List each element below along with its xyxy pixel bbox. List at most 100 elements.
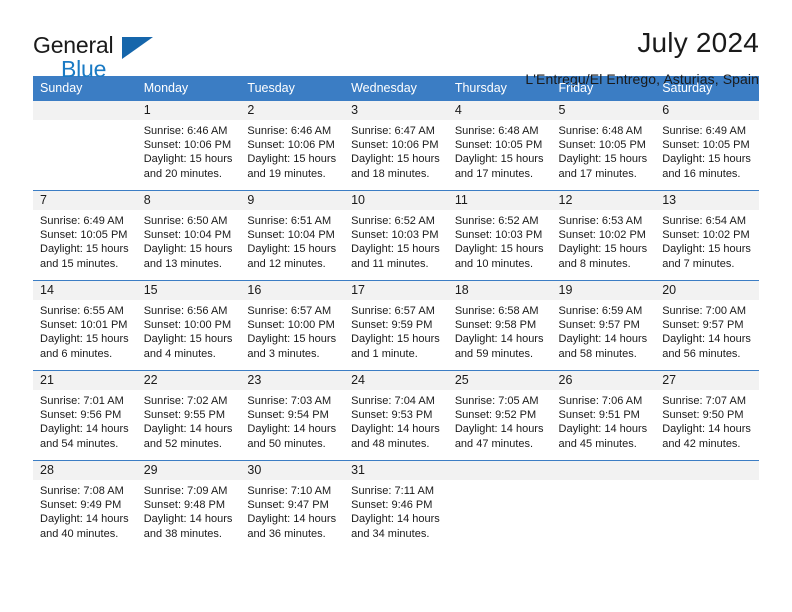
sunset-text: Sunset: 9:57 PM [558,319,640,332]
calendar-day-cell[interactable]: 13 Sunrise: 6:54 AM Sunset: 10:02 PM Daylig… [655,190,759,281]
calendar-day-cell[interactable]: 25 Sunrise: 7:05 AM Sunset: 9:52 PM Dayligh… [447,370,552,461]
day-number: 29 [136,461,241,480]
sunset-text: Sunset: 10:05 PM [40,229,128,242]
sunrise-text: Sunrise: 7:07 AM [662,395,746,407]
daylight-text-line2: and 34 minutes. [351,527,430,540]
day-number: 7 [33,191,137,210]
sunset-text: Sunset: 9:56 PM [40,409,122,422]
calendar-day-cell[interactable]: 21 Sunrise: 7:01 AM Sunset: 9:56 PM Dayligh… [33,370,137,461]
calendar-day-cell[interactable]: 30 Sunrise: 7:10 AM Sunset: 9:47 PM Dayligh… [240,460,345,551]
calendar-day-cell[interactable]: 19 Sunrise: 6:59 AM Sunset: 9:57 PM Dayligh… [551,280,656,371]
calendar-day-cell[interactable]: 31 Sunrise: 7:11 AM Sunset: 9:46 PM Dayligh… [344,460,448,551]
day-details: Sunrise: 7:04 AM Sunset: 9:53 PM Daylight:… [344,390,448,451]
daylight-text-line1: Daylight: 15 hours [247,153,337,166]
sunrise-text: Sunrise: 6:49 AM [40,215,124,227]
sunrise-text: Sunrise: 7:06 AM [558,395,643,407]
sunset-text: Sunset: 10:04 PM [247,229,335,242]
sunset-text: Sunset: 9:46 PM [351,499,433,512]
calendar-day-cell[interactable]: 3 Sunrise: 6:47 AM Sunset: 10:06 PM Dayligh… [344,100,448,191]
day-cell-inner: 30 Sunrise: 7:10 AM Sunset: 9:47 PM Dayligh… [240,461,345,551]
calendar-day-cell[interactable]: 12 Sunrise: 6:53 AM Sunset: 10:02 PM Daylig… [551,190,656,281]
daylight-text-line2: and 50 minutes. [247,437,326,450]
day-number: 19 [551,281,656,300]
weekday-header-wednesday: Wednesday [344,76,448,101]
day-number: 17 [344,281,448,300]
sunset-text: Sunset: 9:59 PM [351,319,433,332]
day-details: Sunrise: 7:10 AM Sunset: 9:47 PM Daylight:… [240,480,344,541]
calendar-day-cell[interactable]: 27 Sunrise: 7:07 AM Sunset: 9:50 PM Dayligh… [655,370,759,461]
sunset-text: Sunset: 10:05 PM [558,139,646,152]
calendar-day-cell[interactable]: 15 Sunrise: 6:56 AM Sunset: 10:00 PM Daylig… [136,280,241,371]
daylight-text-line2: and 47 minutes. [454,437,534,450]
day-details: Sunrise: 6:52 AM Sunset: 10:03 PM Daylight… [448,210,552,271]
day-cell-inner: 10 Sunrise: 6:52 AM Sunset: 10:03 PM Daylig… [344,191,448,280]
sunset-text: Sunset: 10:06 PM [247,139,335,152]
calendar-day-cell[interactable]: 4 Sunrise: 6:48 AM Sunset: 10:05 PM Dayligh… [447,100,552,191]
day-details: Sunrise: 6:49 AM Sunset: 10:05 PM Daylight… [655,120,759,181]
calendar-day-cell[interactable]: 1 Sunrise: 6:46 AM Sunset: 10:06 PM Dayligh… [136,100,241,191]
day-cell-inner: 2 Sunrise: 6:46 AM Sunset: 10:06 PM Dayligh… [240,101,345,190]
day-number: 11 [447,191,552,210]
sunset-text: Sunset: 9:54 PM [247,409,329,422]
day-cell-inner: 4 Sunrise: 6:48 AM Sunset: 10:05 PM Dayligh… [447,101,552,190]
daylight-text-line1: Daylight: 14 hours [558,333,648,346]
calendar-day-cell[interactable]: 2 Sunrise: 6:46 AM Sunset: 10:06 PM Dayligh… [240,100,345,191]
sunrise-text: Sunrise: 6:56 AM [143,305,228,317]
calendar-day-cell[interactable]: 29 Sunrise: 7:09 AM Sunset: 9:48 PM Dayligh… [136,460,241,551]
calendar-day-cell[interactable]: 10 Sunrise: 6:52 AM Sunset: 10:03 PM Daylig… [344,190,448,281]
sunrise-text: Sunrise: 6:46 AM [143,125,228,137]
daylight-text-line2: and 13 minutes. [143,257,222,270]
day-cell-inner: 5 Sunrise: 6:48 AM Sunset: 10:05 PM Dayligh… [551,101,656,190]
day-cell-inner: 26 Sunrise: 7:06 AM Sunset: 9:51 PM Dayligh… [551,371,656,460]
day-details: Sunrise: 6:49 AM Sunset: 10:05 PM Daylight… [33,210,137,271]
day-cell-inner: 27 Sunrise: 7:07 AM Sunset: 9:50 PM Dayligh… [655,371,759,460]
daylight-text-line1: Daylight: 14 hours [454,423,544,436]
calendar-day-cell[interactable]: 22 Sunrise: 7:02 AM Sunset: 9:55 PM Dayligh… [136,370,241,461]
calendar-body: 1 Sunrise: 6:46 AM Sunset: 10:06 PM Dayligh… [33,100,759,551]
sunrise-text: Sunrise: 6:48 AM [558,125,643,137]
calendar-day-cell[interactable]: 8 Sunrise: 6:50 AM Sunset: 10:04 PM Dayligh… [136,190,241,281]
daylight-text-line2: and 19 minutes. [247,167,326,180]
day-cell-inner [551,461,656,551]
day-cell-inner: 15 Sunrise: 6:56 AM Sunset: 10:00 PM Daylig… [136,281,241,370]
calendar-day-cell[interactable]: 14 Sunrise: 6:55 AM Sunset: 10:01 PM Daylig… [33,280,137,371]
day-details: Sunrise: 6:54 AM Sunset: 10:02 PM Daylight… [655,210,759,271]
daylight-text-line2: and 4 minutes. [143,347,216,360]
calendar-day-cell[interactable]: 26 Sunrise: 7:06 AM Sunset: 9:51 PM Dayligh… [551,370,656,461]
calendar-day-cell[interactable]: 5 Sunrise: 6:48 AM Sunset: 10:05 PM Dayligh… [551,100,656,191]
day-cell-inner [655,461,759,551]
day-cell-inner: 16 Sunrise: 6:57 AM Sunset: 10:00 PM Daylig… [240,281,345,370]
calendar-day-cell[interactable]: 11 Sunrise: 6:52 AM Sunset: 10:03 PM Daylig… [447,190,552,281]
sunrise-text: Sunrise: 6:52 AM [454,215,539,227]
day-number: 16 [240,281,345,300]
calendar-day-cell[interactable]: 24 Sunrise: 7:04 AM Sunset: 9:53 PM Dayligh… [344,370,448,461]
day-number: 24 [344,371,448,390]
day-cell-inner: 6 Sunrise: 6:49 AM Sunset: 10:05 PM Dayligh… [655,101,759,190]
daylight-text-line2: and 7 minutes. [662,257,735,270]
day-cell-inner: 23 Sunrise: 7:03 AM Sunset: 9:54 PM Dayligh… [240,371,345,460]
daylight-text-line1: Daylight: 14 hours [454,333,544,346]
calendar-day-cell[interactable]: 18 Sunrise: 6:58 AM Sunset: 9:58 PM Dayligh… [447,280,552,371]
daylight-text-line1: Daylight: 14 hours [351,423,440,436]
calendar-day-cell[interactable]: 9 Sunrise: 6:51 AM Sunset: 10:04 PM Dayligh… [240,190,345,281]
day-details: Sunrise: 6:46 AM Sunset: 10:06 PM Daylight… [240,120,344,181]
daylight-text-line2: and 8 minutes. [558,257,631,270]
day-details [448,480,552,484]
sunrise-text: Sunrise: 7:10 AM [247,485,332,497]
sunset-text: Sunset: 10:02 PM [662,229,750,242]
calendar-day-cell[interactable]: 20 Sunrise: 7:00 AM Sunset: 9:57 PM Dayligh… [655,280,759,371]
daylight-text-line2: and 52 minutes. [143,437,222,450]
calendar-day-cell[interactable]: 17 Sunrise: 6:57 AM Sunset: 9:59 PM Dayligh… [344,280,448,371]
calendar-day-cell[interactable]: 6 Sunrise: 6:49 AM Sunset: 10:05 PM Dayligh… [655,100,759,191]
day-number: 13 [655,191,759,210]
day-details: Sunrise: 7:02 AM Sunset: 9:55 PM Daylight:… [137,390,241,451]
calendar-day-cell[interactable]: 23 Sunrise: 7:03 AM Sunset: 9:54 PM Dayligh… [240,370,345,461]
daylight-text-line2: and 11 minutes. [351,257,429,270]
daylight-text-line2: and 17 minutes. [558,167,637,180]
calendar-day-cell[interactable]: 28 Sunrise: 7:08 AM Sunset: 9:49 PM Dayligh… [33,460,137,551]
calendar-day-cell[interactable]: 7 Sunrise: 6:49 AM Sunset: 10:05 PM Dayligh… [33,190,137,281]
sunset-text: Sunset: 10:01 PM [40,319,128,332]
calendar-day-cell[interactable]: 16 Sunrise: 6:57 AM Sunset: 10:00 PM Daylig… [240,280,345,371]
daylight-text-line2: and 12 minutes. [247,257,326,270]
calendar-week-row: 14 Sunrise: 6:55 AM Sunset: 10:01 PM Daylig… [33,280,759,371]
